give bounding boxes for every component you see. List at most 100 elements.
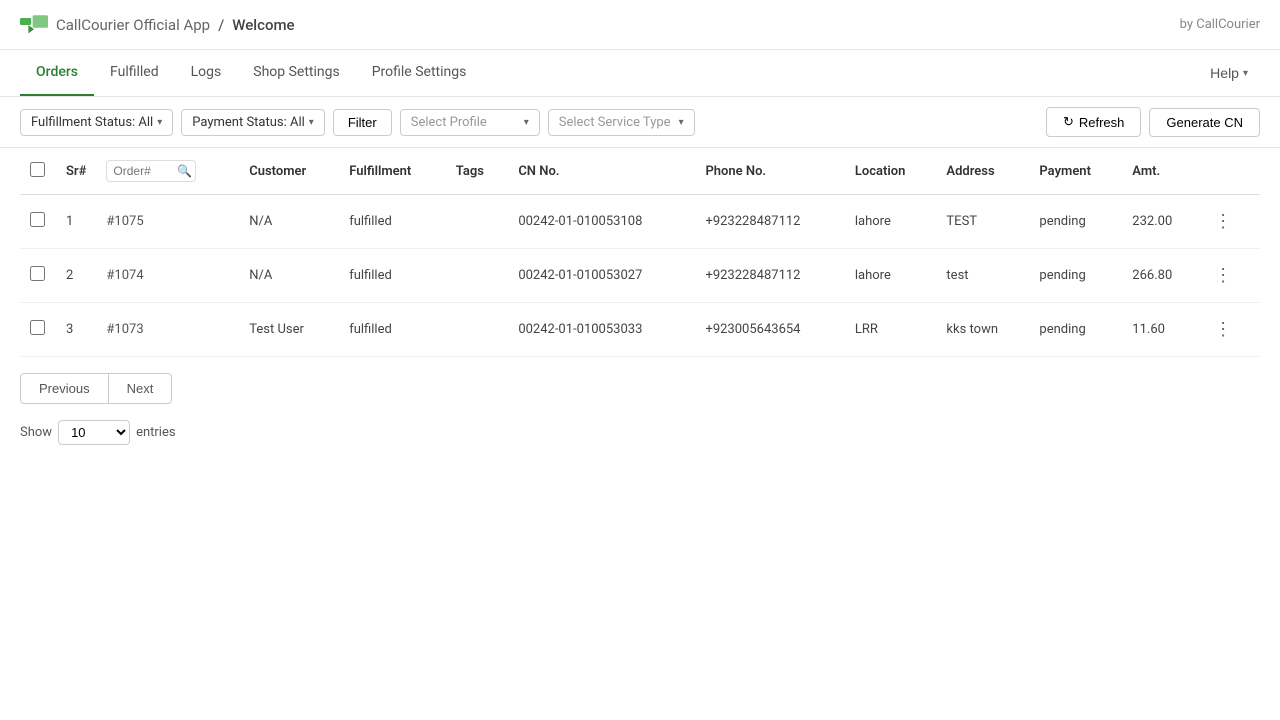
tags-header: Tags <box>446 148 509 195</box>
chevron-down-icon: ▾ <box>679 117 684 128</box>
row-customer: N/A <box>239 195 339 249</box>
select-service-type-dropdown[interactable]: Select Service Type ▾ <box>548 109 695 136</box>
entries-per-page-select[interactable]: 10 25 50 100 <box>58 420 130 445</box>
row-actions-button[interactable]: ⋮ <box>1210 261 1236 290</box>
row-order-id: #1074 <box>96 249 239 303</box>
row-amt: 266.80 <box>1122 249 1200 303</box>
row-cn-no: 00242-01-010053033 <box>508 303 695 357</box>
next-button[interactable]: Next <box>109 373 173 404</box>
row-payment: pending <box>1029 195 1122 249</box>
show-entries: Show 10 25 50 100 entries <box>0 412 1280 453</box>
location-header: Location <box>845 148 937 195</box>
table-row: 1 #1075 N/A fulfilled 00242-01-010053108… <box>20 195 1260 249</box>
help-button[interactable]: Help ▾ <box>1198 59 1260 87</box>
chevron-down-icon: ▾ <box>309 117 314 128</box>
nav-left: Orders Fulfilled Logs Shop Settings Prof… <box>20 50 482 96</box>
tab-orders[interactable]: Orders <box>20 50 94 96</box>
row-cn-no: 00242-01-010053027 <box>508 249 695 303</box>
row-location: LRR <box>845 303 937 357</box>
page-title: Welcome <box>232 16 294 34</box>
row-sr: 3 <box>56 303 96 357</box>
fulfillment-header: Fulfillment <box>339 148 446 195</box>
nav-right: Help ▾ <box>1198 59 1260 87</box>
tab-shop-settings[interactable]: Shop Settings <box>237 50 355 96</box>
refresh-button[interactable]: ↻ Refresh <box>1046 107 1141 137</box>
row-actions-cell: ⋮ <box>1200 195 1260 249</box>
entries-label: entries <box>136 425 176 440</box>
row-payment: pending <box>1029 249 1122 303</box>
row-checkbox[interactable] <box>30 212 45 227</box>
order-search-box[interactable]: 🔍 <box>106 160 196 182</box>
show-label: Show <box>20 425 52 440</box>
row-location: lahore <box>845 249 937 303</box>
row-order-id: #1073 <box>96 303 239 357</box>
row-checkbox[interactable] <box>30 320 45 335</box>
row-address: kks town <box>936 303 1029 357</box>
row-address: test <box>936 249 1029 303</box>
row-fulfillment: fulfilled <box>339 249 446 303</box>
order-search-header: 🔍 <box>96 148 239 195</box>
by-label: by CallCourier <box>1180 17 1260 32</box>
row-sr: 1 <box>56 195 96 249</box>
row-order-id: #1075 <box>96 195 239 249</box>
row-checkbox[interactable] <box>30 266 45 281</box>
chevron-down-icon: ▾ <box>524 117 529 128</box>
table-header-row: Sr# 🔍 Customer Fulfillment Tags CN No. P… <box>20 148 1260 195</box>
previous-button[interactable]: Previous <box>20 373 109 404</box>
row-actions-button[interactable]: ⋮ <box>1210 207 1236 236</box>
fulfillment-status-filter[interactable]: Fulfillment Status: All ▾ <box>20 109 173 136</box>
refresh-icon: ↻ <box>1063 114 1074 130</box>
row-address: TEST <box>936 195 1029 249</box>
row-amt: 11.60 <box>1122 303 1200 357</box>
row-customer: Test User <box>239 303 339 357</box>
payment-header: Payment <box>1029 148 1122 195</box>
tab-logs[interactable]: Logs <box>175 50 238 96</box>
row-fulfillment: fulfilled <box>339 303 446 357</box>
row-actions-cell: ⋮ <box>1200 249 1260 303</box>
row-actions-button[interactable]: ⋮ <box>1210 315 1236 344</box>
row-checkbox-cell <box>20 195 56 249</box>
row-customer: N/A <box>239 249 339 303</box>
phone-header: Phone No. <box>695 148 844 195</box>
row-tags <box>446 195 509 249</box>
orders-table: Sr# 🔍 Customer Fulfillment Tags CN No. P… <box>20 148 1260 357</box>
select-profile-dropdown[interactable]: Select Profile ▾ <box>400 109 540 136</box>
order-search-input[interactable] <box>113 164 173 178</box>
row-amt: 232.00 <box>1122 195 1200 249</box>
row-payment: pending <box>1029 303 1122 357</box>
row-checkbox-cell <box>20 303 56 357</box>
row-fulfillment: fulfilled <box>339 195 446 249</box>
sr-header: Sr# <box>56 148 96 195</box>
amt-header: Amt. <box>1122 148 1200 195</box>
tab-fulfilled[interactable]: Fulfilled <box>94 50 175 96</box>
row-sr: 2 <box>56 249 96 303</box>
chevron-down-icon: ▾ <box>1243 68 1248 79</box>
generate-cn-button[interactable]: Generate CN <box>1149 108 1260 137</box>
actions-header <box>1200 148 1260 195</box>
separator: / <box>218 16 224 34</box>
app-logo: CallCourier Official App / Welcome <box>20 15 295 35</box>
row-checkbox-cell <box>20 249 56 303</box>
pagination: Previous Next <box>0 357 1280 412</box>
row-cn-no: 00242-01-010053108 <box>508 195 695 249</box>
row-location: lahore <box>845 195 937 249</box>
toolbar-right: ↻ Refresh Generate CN <box>1046 107 1260 137</box>
search-icon: 🔍 <box>177 164 192 178</box>
toolbar-left: Fulfillment Status: All ▾ Payment Status… <box>20 109 1038 136</box>
payment-status-filter[interactable]: Payment Status: All ▾ <box>181 109 325 136</box>
row-tags <box>446 303 509 357</box>
select-all-checkbox[interactable] <box>30 162 45 177</box>
row-tags <box>446 249 509 303</box>
nav-tabs: Orders Fulfilled Logs Shop Settings Prof… <box>0 50 1280 97</box>
app-brand: CallCourier Official App <box>56 16 210 34</box>
tab-profile-settings[interactable]: Profile Settings <box>356 50 483 96</box>
row-phone: +923005643654 <box>695 303 844 357</box>
filter-button[interactable]: Filter <box>333 109 392 136</box>
customer-header: Customer <box>239 148 339 195</box>
chevron-down-icon: ▾ <box>157 117 162 128</box>
row-actions-cell: ⋮ <box>1200 303 1260 357</box>
table-body: 1 #1075 N/A fulfilled 00242-01-010053108… <box>20 195 1260 357</box>
app-header: CallCourier Official App / Welcome by Ca… <box>0 0 1280 50</box>
select-all-header <box>20 148 56 195</box>
cn-no-header: CN No. <box>508 148 695 195</box>
